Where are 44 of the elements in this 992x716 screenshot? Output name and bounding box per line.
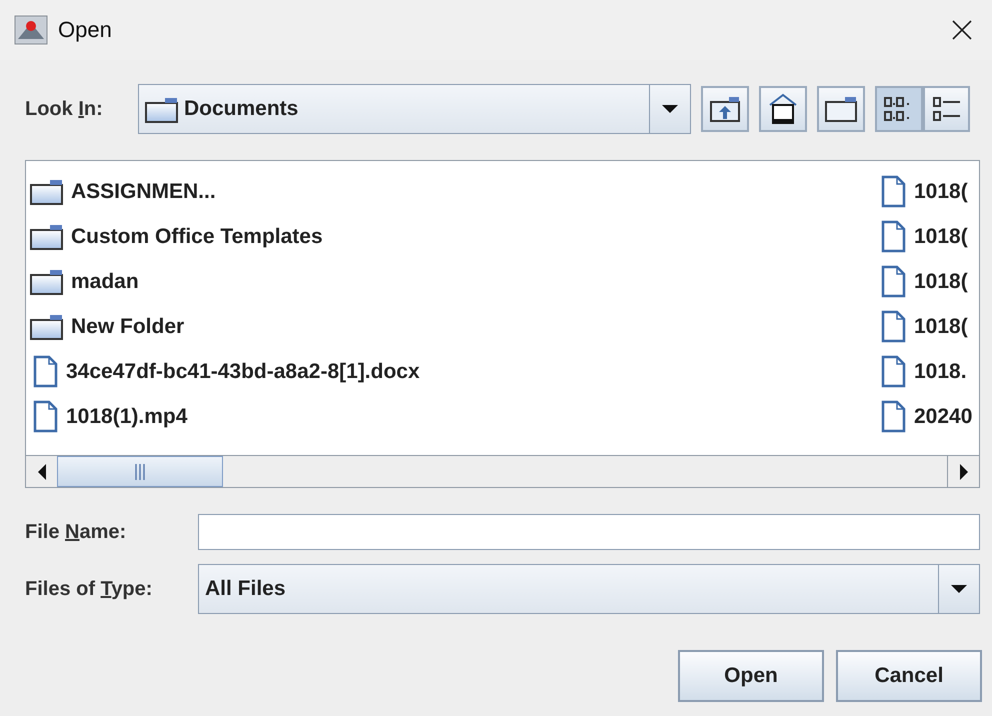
arrow-left-icon [38,464,46,480]
details-view-icon [932,96,962,122]
file-name-label: File Name: [25,520,128,544]
home-button[interactable] [759,86,807,132]
look-in-dropdown[interactable]: Documents [138,84,691,134]
caret-icon [662,105,678,113]
home-icon [768,93,798,125]
list-view-button[interactable] [875,86,923,132]
folder-icon [825,96,857,122]
folder-name[interactable]: Custom Office Templates [71,224,323,248]
caret-icon [951,585,967,593]
cancel-button[interactable]: Cancel [836,650,982,702]
file-type-dropdown[interactable]: All Files [198,564,980,614]
file-name[interactable]: 1018( [914,224,968,248]
arrow-right-icon [960,464,968,480]
file-name[interactable]: 1018( [914,270,968,294]
folder-icon [30,223,63,250]
folder-name[interactable]: ASSIGNMEN... [71,180,216,204]
file-name[interactable]: 1018. [914,360,967,384]
file-name[interactable]: 1018(1).mp4 [66,404,188,428]
up-button[interactable] [701,86,749,132]
file-name[interactable]: 1018( [914,180,968,204]
folder-icon [145,96,178,122]
app-icon [14,15,48,45]
details-view-button[interactable] [923,86,970,132]
folder-icon [30,313,63,340]
file-name[interactable]: 1018( [914,314,968,338]
file-type-label: Files of Type: [25,578,154,600]
folder-icon [30,268,63,295]
file-name-field[interactable] [198,514,980,550]
open-button[interactable]: Open [678,650,824,702]
folder-icon [30,178,63,205]
folder-up-icon [710,96,740,122]
window-title: Open [58,17,113,43]
file-name[interactable]: 20240 [914,404,972,428]
close-icon[interactable] [952,20,972,40]
grip-icon [135,464,145,480]
scrollbar-thumb[interactable] [57,456,223,487]
look-in-label: Look In: [25,98,104,120]
horizontal-scrollbar[interactable] [26,455,979,487]
folder-name[interactable]: madan [71,270,139,294]
new-folder-button[interactable] [817,86,865,132]
file-name[interactable]: 34ce47df-bc41-43bd-a8a2-8[1].docx [66,360,420,384]
folder-name[interactable]: New Folder [71,314,184,338]
